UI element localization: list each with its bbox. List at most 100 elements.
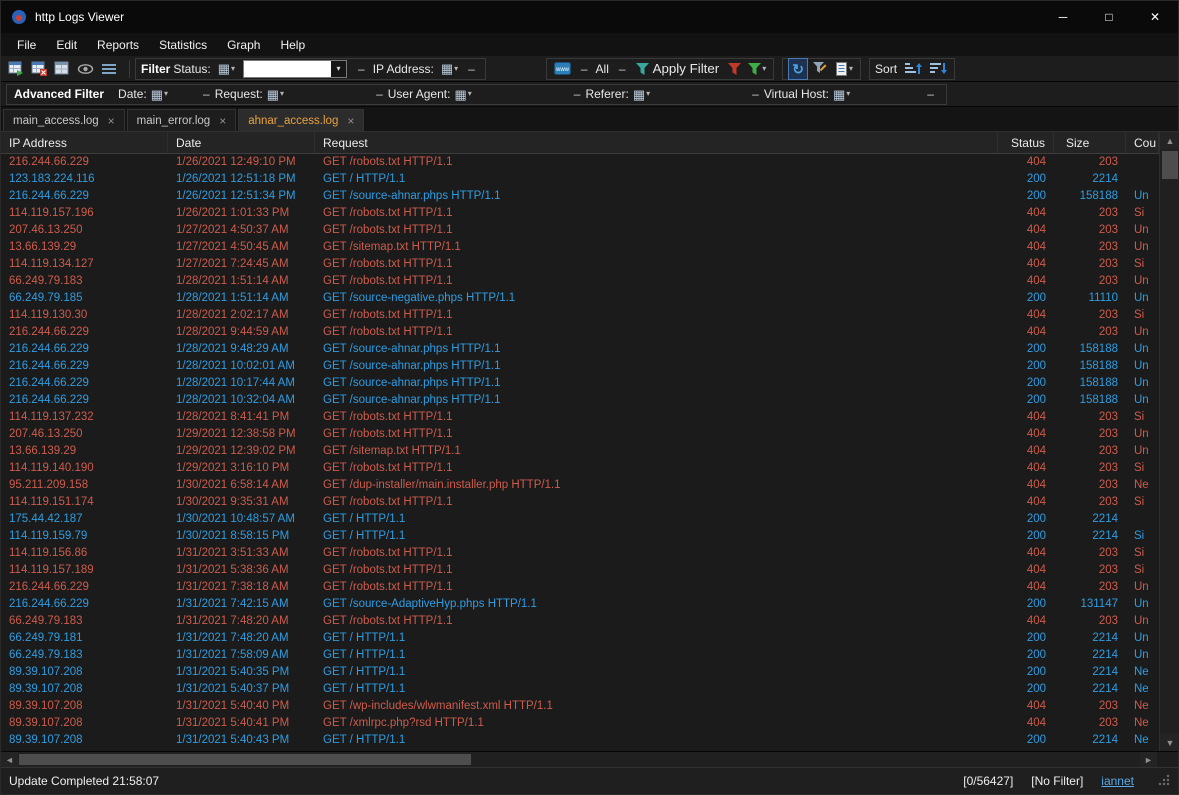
vertical-scrollbar-track[interactable] [1160, 149, 1179, 734]
iannet-link[interactable]: iannet [1101, 774, 1134, 788]
table-row[interactable]: 216.244.66.2291/26/2021 12:49:10 PMGET /… [1, 154, 1159, 171]
menu-file[interactable]: File [7, 35, 46, 55]
table-row[interactable]: 207.46.13.2501/27/2021 4:50:37 AMGET /ro… [1, 222, 1159, 239]
menu-help[interactable]: Help [270, 35, 315, 55]
refresh-icon[interactable]: ↻ [788, 58, 808, 80]
table-row[interactable]: 216.244.66.2291/31/2021 7:42:15 AMGET /s… [1, 596, 1159, 613]
open-remote-log-icon[interactable] [29, 59, 49, 79]
table-row[interactable]: 89.39.107.2081/31/2021 5:40:40 PMGET /wp… [1, 698, 1159, 715]
table-row[interactable]: 66.249.79.1831/31/2021 7:48:20 AMGET /ro… [1, 613, 1159, 630]
column-header-size[interactable]: Size [1054, 132, 1126, 153]
ip-grid-picker-icon[interactable]: ▦▾ [439, 59, 460, 79]
cell-size: 203 [1054, 613, 1126, 630]
virtual-host-grid-picker-icon[interactable]: ▦▾ [831, 84, 852, 104]
column-header-request[interactable]: Request [315, 132, 998, 153]
maximize-button[interactable]: □ [1086, 1, 1132, 33]
tab-label: main_access.log [13, 115, 99, 127]
cell-date: 1/27/2021 4:50:45 AM [168, 239, 315, 256]
table-row[interactable]: 66.249.79.1831/28/2021 1:51:14 AMGET /ro… [1, 273, 1159, 290]
table-row[interactable]: 216.244.66.2291/31/2021 7:38:18 AMGET /r… [1, 579, 1159, 596]
clear-filter-funnel-icon[interactable] [726, 59, 743, 79]
horizontal-scrollbar-track[interactable] [18, 752, 1140, 767]
saved-filter-funnel-icon[interactable]: ▾ [746, 59, 768, 79]
www-icon[interactable]: www [552, 59, 573, 79]
saved-filters-document-icon[interactable]: ▾ [833, 59, 855, 79]
table-row[interactable]: 95.211.209.1581/30/2021 6:58:14 AMGET /d… [1, 477, 1159, 494]
sort-ascending-icon[interactable] [902, 59, 924, 79]
column-header-date[interactable]: Date [168, 132, 315, 153]
table-row[interactable]: 89.39.107.2081/31/2021 5:40:37 PMGET / H… [1, 681, 1159, 698]
export-log-icon[interactable] [52, 59, 72, 79]
referer-grid-picker-icon[interactable]: ▦▾ [631, 84, 652, 104]
table-row[interactable]: 207.46.13.2501/29/2021 12:38:58 PMGET /r… [1, 426, 1159, 443]
scroll-right-icon[interactable]: ► [1140, 752, 1157, 767]
column-header-country[interactable]: Cou [1126, 132, 1159, 153]
combobox-dropdown-icon[interactable]: ▾ [331, 61, 346, 77]
table-row[interactable]: 66.249.79.1851/28/2021 1:51:14 AMGET /so… [1, 290, 1159, 307]
table-row[interactable]: 114.119.134.1271/27/2021 7:24:45 AMGET /… [1, 256, 1159, 273]
table-row[interactable]: 114.119.159.791/30/2021 8:58:15 PMGET / … [1, 528, 1159, 545]
table-row[interactable]: 216.244.66.2291/28/2021 10:32:04 AMGET /… [1, 392, 1159, 409]
column-header-ip-address[interactable]: IP Address [1, 132, 168, 153]
menu-graph[interactable]: Graph [217, 35, 270, 55]
table-row[interactable]: 114.119.157.1891/31/2021 5:38:36 AMGET /… [1, 562, 1159, 579]
column-header-status[interactable]: Status [998, 132, 1054, 153]
scroll-down-icon[interactable]: ▼ [1160, 734, 1179, 751]
table-row[interactable]: 89.39.107.2081/31/2021 5:40:43 PMGET / H… [1, 732, 1159, 749]
table-row[interactable]: 13.66.139.291/27/2021 4:50:45 AMGET /sit… [1, 239, 1159, 256]
table-row[interactable]: 89.39.107.2081/31/2021 5:40:35 PMGET / H… [1, 664, 1159, 681]
menu-edit[interactable]: Edit [46, 35, 87, 55]
request-grid-picker-icon[interactable]: ▦▾ [265, 84, 286, 104]
table-row[interactable]: 216.244.66.2291/28/2021 9:48:29 AMGET /s… [1, 341, 1159, 358]
table-row[interactable]: 114.119.137.2321/28/2021 8:41:41 PMGET /… [1, 409, 1159, 426]
cell-size: 158188 [1054, 392, 1126, 409]
cell-country: Si [1126, 307, 1159, 324]
preview-eye-icon[interactable] [75, 59, 96, 79]
resize-grip[interactable] [1156, 772, 1170, 789]
cell-date: 1/27/2021 7:24:45 AM [168, 256, 315, 273]
table-row[interactable]: 89.39.107.2081/31/2021 5:40:41 PMGET /xm… [1, 715, 1159, 732]
apply-filter-button[interactable]: Apply Filter [634, 59, 724, 79]
tab-close-icon[interactable]: × [108, 115, 115, 127]
menu-statistics[interactable]: Statistics [149, 35, 217, 55]
tab-main_access.log[interactable]: main_access.log × [3, 109, 125, 131]
scroll-up-icon[interactable]: ▲ [1160, 132, 1179, 149]
list-lines-icon[interactable] [99, 59, 119, 79]
horizontal-scrollbar[interactable]: ◄ ► [1, 751, 1178, 767]
horizontal-scrollbar-thumb[interactable] [19, 754, 471, 765]
close-button[interactable]: ✕ [1132, 1, 1178, 33]
date-grid-picker-icon[interactable]: ▦▾ [149, 84, 170, 104]
table-row[interactable]: 114.119.156.861/31/2021 3:51:33 AMGET /r… [1, 545, 1159, 562]
status-filter-input[interactable] [244, 61, 331, 77]
cell-size: 203 [1054, 443, 1126, 460]
vertical-scrollbar[interactable]: ▲ ▼ [1159, 132, 1179, 751]
table-row[interactable]: 114.119.151.1741/30/2021 9:35:31 AMGET /… [1, 494, 1159, 511]
table-row[interactable]: 66.249.79.1811/31/2021 7:48:20 AMGET / H… [1, 630, 1159, 647]
open-log-icon[interactable] [6, 59, 26, 79]
sort-descending-icon[interactable] [927, 59, 949, 79]
table-row[interactable]: 13.66.139.291/29/2021 12:39:02 PMGET /si… [1, 443, 1159, 460]
table-row[interactable]: 216.244.66.2291/28/2021 9:44:59 AMGET /r… [1, 324, 1159, 341]
table-row[interactable]: 216.244.66.2291/28/2021 10:02:01 AMGET /… [1, 358, 1159, 375]
scroll-left-icon[interactable]: ◄ [1, 752, 18, 767]
table-row[interactable]: 114.119.157.1961/26/2021 1:01:33 PMGET /… [1, 205, 1159, 222]
table-row[interactable]: 114.119.130.301/28/2021 2:02:17 AMGET /r… [1, 307, 1159, 324]
tab-ahnar_access.log[interactable]: ahnar_access.log× [238, 109, 364, 131]
vertical-scrollbar-thumb[interactable] [1162, 151, 1178, 179]
cell-date: 1/28/2021 1:51:14 AM [168, 290, 315, 307]
table-row[interactable]: 216.244.66.2291/28/2021 10:17:44 AMGET /… [1, 375, 1159, 392]
table-row[interactable]: 123.183.224.1161/26/2021 12:51:18 PMGET … [1, 171, 1159, 188]
tab-close-icon[interactable]: × [219, 115, 226, 127]
table-row[interactable]: 216.244.66.2291/26/2021 12:51:34 PMGET /… [1, 188, 1159, 205]
tab-close-icon[interactable]: × [347, 115, 354, 127]
table-row[interactable]: 175.44.42.1871/30/2021 10:48:57 AMGET / … [1, 511, 1159, 528]
edit-filter-icon[interactable] [811, 59, 830, 79]
cell-request: GET /source-ahnar.phps HTTP/1.1 [315, 358, 998, 375]
table-row[interactable]: 114.119.140.1901/29/2021 3:16:10 PMGET /… [1, 460, 1159, 477]
menu-reports[interactable]: Reports [87, 35, 149, 55]
status-grid-picker-icon[interactable]: ▦▾ [216, 59, 237, 79]
tab-main_error.log[interactable]: main_error.log× [127, 109, 237, 131]
user-agent-grid-picker-icon[interactable]: ▦▾ [452, 84, 473, 104]
table-row[interactable]: 66.249.79.1831/31/2021 7:58:09 AMGET / H… [1, 647, 1159, 664]
minimize-button[interactable]: ─ [1040, 1, 1086, 33]
